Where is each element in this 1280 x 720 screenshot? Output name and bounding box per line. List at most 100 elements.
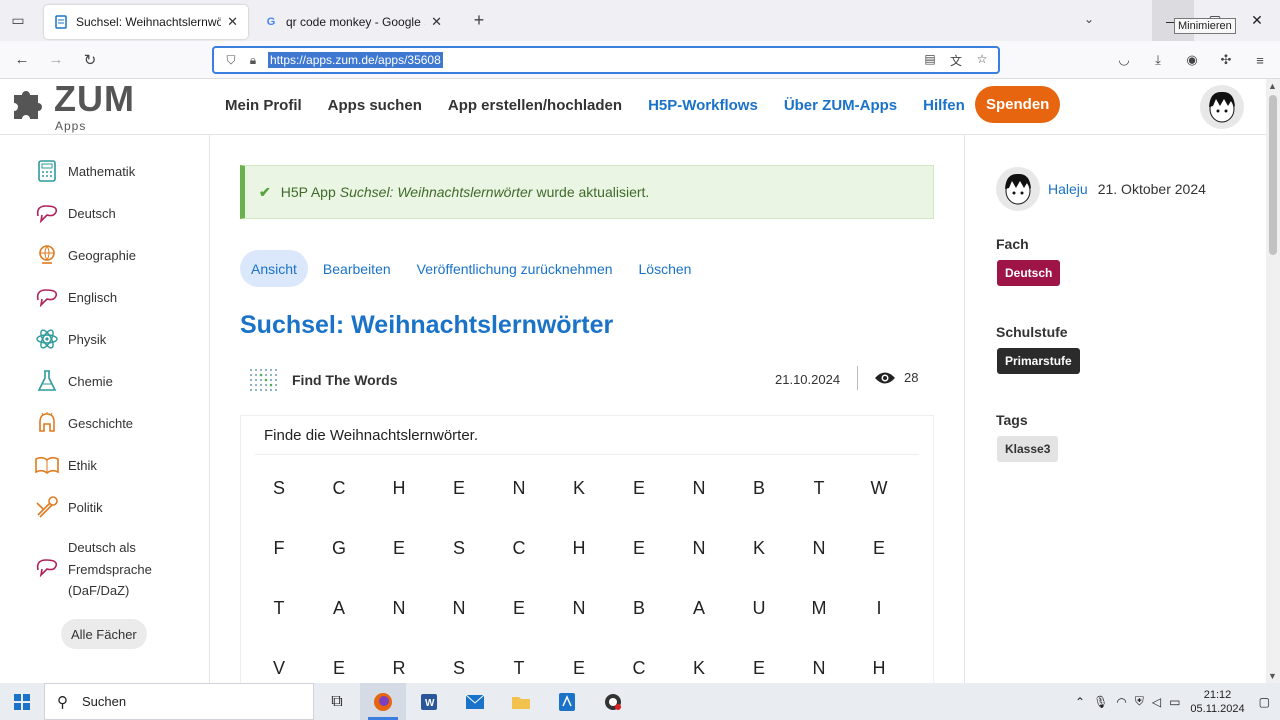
grid-letter[interactable]: C	[309, 478, 369, 499]
nav-apps-suchen[interactable]: Apps suchen	[328, 97, 422, 114]
level-badge[interactable]: Primarstufe	[997, 348, 1080, 374]
chevron-down-icon[interactable]: ⌄	[1084, 12, 1094, 26]
tab-loeschen[interactable]: Löschen	[628, 250, 703, 287]
user-avatar[interactable]	[1200, 85, 1244, 129]
zum-logo[interactable]: ZUM Apps	[8, 81, 135, 133]
translate-icon[interactable]: 文	[946, 52, 966, 69]
grid-letter[interactable]: N	[669, 538, 729, 559]
grid-letter[interactable]: A	[669, 598, 729, 619]
sidebar-item-deutsch[interactable]: Deutsch	[34, 201, 116, 225]
grid-letter[interactable]: W	[849, 478, 909, 499]
all-subjects-button[interactable]: Alle Fächer	[61, 619, 147, 649]
nav-app-erstellen[interactable]: App erstellen/hochladen	[448, 97, 622, 114]
tag-badge[interactable]: Klasse3	[997, 436, 1059, 462]
sidebar-item-physik[interactable]: Physik	[34, 327, 106, 351]
task-view-icon[interactable]: ⧉	[314, 683, 360, 720]
security-icon[interactable]: ⛨	[1135, 694, 1144, 709]
subject-badge[interactable]: Deutsch	[997, 260, 1061, 286]
extensions-icon[interactable]: ✣	[1214, 49, 1238, 71]
sidebar-item-politik[interactable]: Politik	[34, 495, 103, 519]
grid-letter[interactable]: V	[241, 658, 309, 679]
grid-letter[interactable]: N	[669, 478, 729, 499]
author-name[interactable]: Haleju	[1048, 181, 1088, 197]
grid-letter[interactable]: U	[729, 598, 789, 619]
grid-letter[interactable]: I	[849, 598, 909, 619]
grid-letter[interactable]: E	[369, 538, 429, 559]
nav-mein-profil[interactable]: Mein Profil	[225, 97, 302, 114]
tab-unpublish[interactable]: Veröffentlichung zurücknehmen	[406, 250, 624, 287]
grid-letter[interactable]: M	[789, 598, 849, 619]
shield-icon[interactable]: ⛉	[220, 53, 242, 68]
grid-letter[interactable]: F	[241, 538, 309, 559]
grid-letter[interactable]: E	[609, 478, 669, 499]
tab-bearbeiten[interactable]: Bearbeiten	[312, 250, 402, 287]
grid-letter[interactable]: E	[549, 658, 609, 679]
downloads-icon[interactable]: ⤓	[1146, 49, 1170, 71]
scrollbar-thumb[interactable]	[1269, 95, 1277, 255]
close-tab-icon[interactable]: ✕	[227, 14, 238, 30]
author-avatar[interactable]	[996, 167, 1040, 211]
scroll-down-icon[interactable]: ▼	[1268, 671, 1277, 681]
pocket-icon[interactable]: ◡	[1112, 49, 1136, 71]
nav-ueber-zum-apps[interactable]: Über ZUM-Apps	[784, 97, 897, 114]
grid-letter[interactable]: S	[429, 538, 489, 559]
grid-letter[interactable]: E	[609, 538, 669, 559]
page-scrollbar[interactable]: ▲ ▼	[1266, 79, 1280, 683]
grid-letter[interactable]: H	[849, 658, 909, 679]
document-app-icon[interactable]	[544, 683, 590, 720]
tab-suchsel[interactable]: Suchsel: Weihnachtslernwörter ✕	[44, 5, 248, 39]
close-tab-icon[interactable]: ✕	[431, 14, 442, 30]
sidebar-item-ethik[interactable]: Ethik	[34, 453, 97, 477]
sidebar-item-englisch[interactable]: Englisch	[34, 285, 117, 309]
sidebar-item-chemie[interactable]: Chemie	[34, 369, 113, 393]
taskbar-search[interactable]: ⚲ Suchen	[44, 683, 314, 720]
grid-letter[interactable]: N	[789, 658, 849, 679]
mail-icon[interactable]	[452, 683, 498, 720]
grid-letter[interactable]: K	[729, 538, 789, 559]
grid-letter[interactable]: S	[429, 658, 489, 679]
grid-letter[interactable]: N	[429, 598, 489, 619]
grid-letter[interactable]: B	[729, 478, 789, 499]
sidebar-item-geschichte[interactable]: Geschichte	[34, 411, 133, 435]
grid-letter[interactable]: R	[369, 658, 429, 679]
sidebar-item-daf[interactable]: Deutsch als Fremdsprache (DaF/DaZ)	[34, 537, 178, 602]
word-icon[interactable]: W	[406, 683, 452, 720]
grid-letter[interactable]: B	[609, 598, 669, 619]
reader-view-icon[interactable]: ▤	[920, 52, 940, 69]
grid-letter[interactable]: K	[669, 658, 729, 679]
url-bar[interactable]: ⛉ 🔒︎ https://apps.zum.de/apps/35608 ▤ 文 …	[212, 46, 1000, 74]
screen-recorder-icon[interactable]	[590, 683, 636, 720]
tab-google[interactable]: G qr code monkey - Google Such ✕	[254, 5, 452, 39]
firefox-icon[interactable]	[360, 683, 406, 720]
lock-icon[interactable]: 🔒︎	[242, 53, 264, 68]
donate-button[interactable]: Spenden	[975, 86, 1061, 123]
notification-icon[interactable]: ▢	[1259, 695, 1270, 709]
grid-letter[interactable]: C	[609, 658, 669, 679]
file-explorer-icon[interactable]	[498, 683, 544, 720]
grid-letter[interactable]: G	[309, 538, 369, 559]
grid-letter[interactable]: N	[369, 598, 429, 619]
wifi-icon[interactable]: ◠	[1116, 695, 1126, 709]
microphone-icon[interactable]: 🎙︎	[1093, 695, 1108, 709]
grid-letter[interactable]: E	[489, 598, 549, 619]
nav-hilfen[interactable]: Hilfen	[923, 97, 965, 114]
scroll-up-icon[interactable]: ▲	[1268, 81, 1277, 91]
grid-letter[interactable]: N	[549, 598, 609, 619]
grid-letter[interactable]: C	[489, 538, 549, 559]
close-window-button[interactable]: ✕	[1236, 0, 1278, 41]
forward-icon[interactable]: →	[39, 45, 73, 75]
grid-letter[interactable]: H	[369, 478, 429, 499]
battery-icon[interactable]: ▭	[1169, 695, 1180, 709]
grid-letter[interactable]: S	[241, 478, 309, 499]
reload-icon[interactable]: ↻	[73, 45, 107, 75]
grid-letter[interactable]: E	[429, 478, 489, 499]
grid-letter[interactable]: T	[789, 478, 849, 499]
grid-letter[interactable]: N	[789, 538, 849, 559]
grid-letter[interactable]: A	[309, 598, 369, 619]
grid-letter[interactable]: E	[729, 658, 789, 679]
grid-letter[interactable]: H	[549, 538, 609, 559]
tab-ansicht[interactable]: Ansicht	[240, 250, 308, 287]
back-icon[interactable]: ←	[5, 45, 39, 75]
taskbar-clock[interactable]: 21:12 05.11.2024	[1190, 688, 1244, 716]
grid-letter[interactable]: E	[849, 538, 909, 559]
